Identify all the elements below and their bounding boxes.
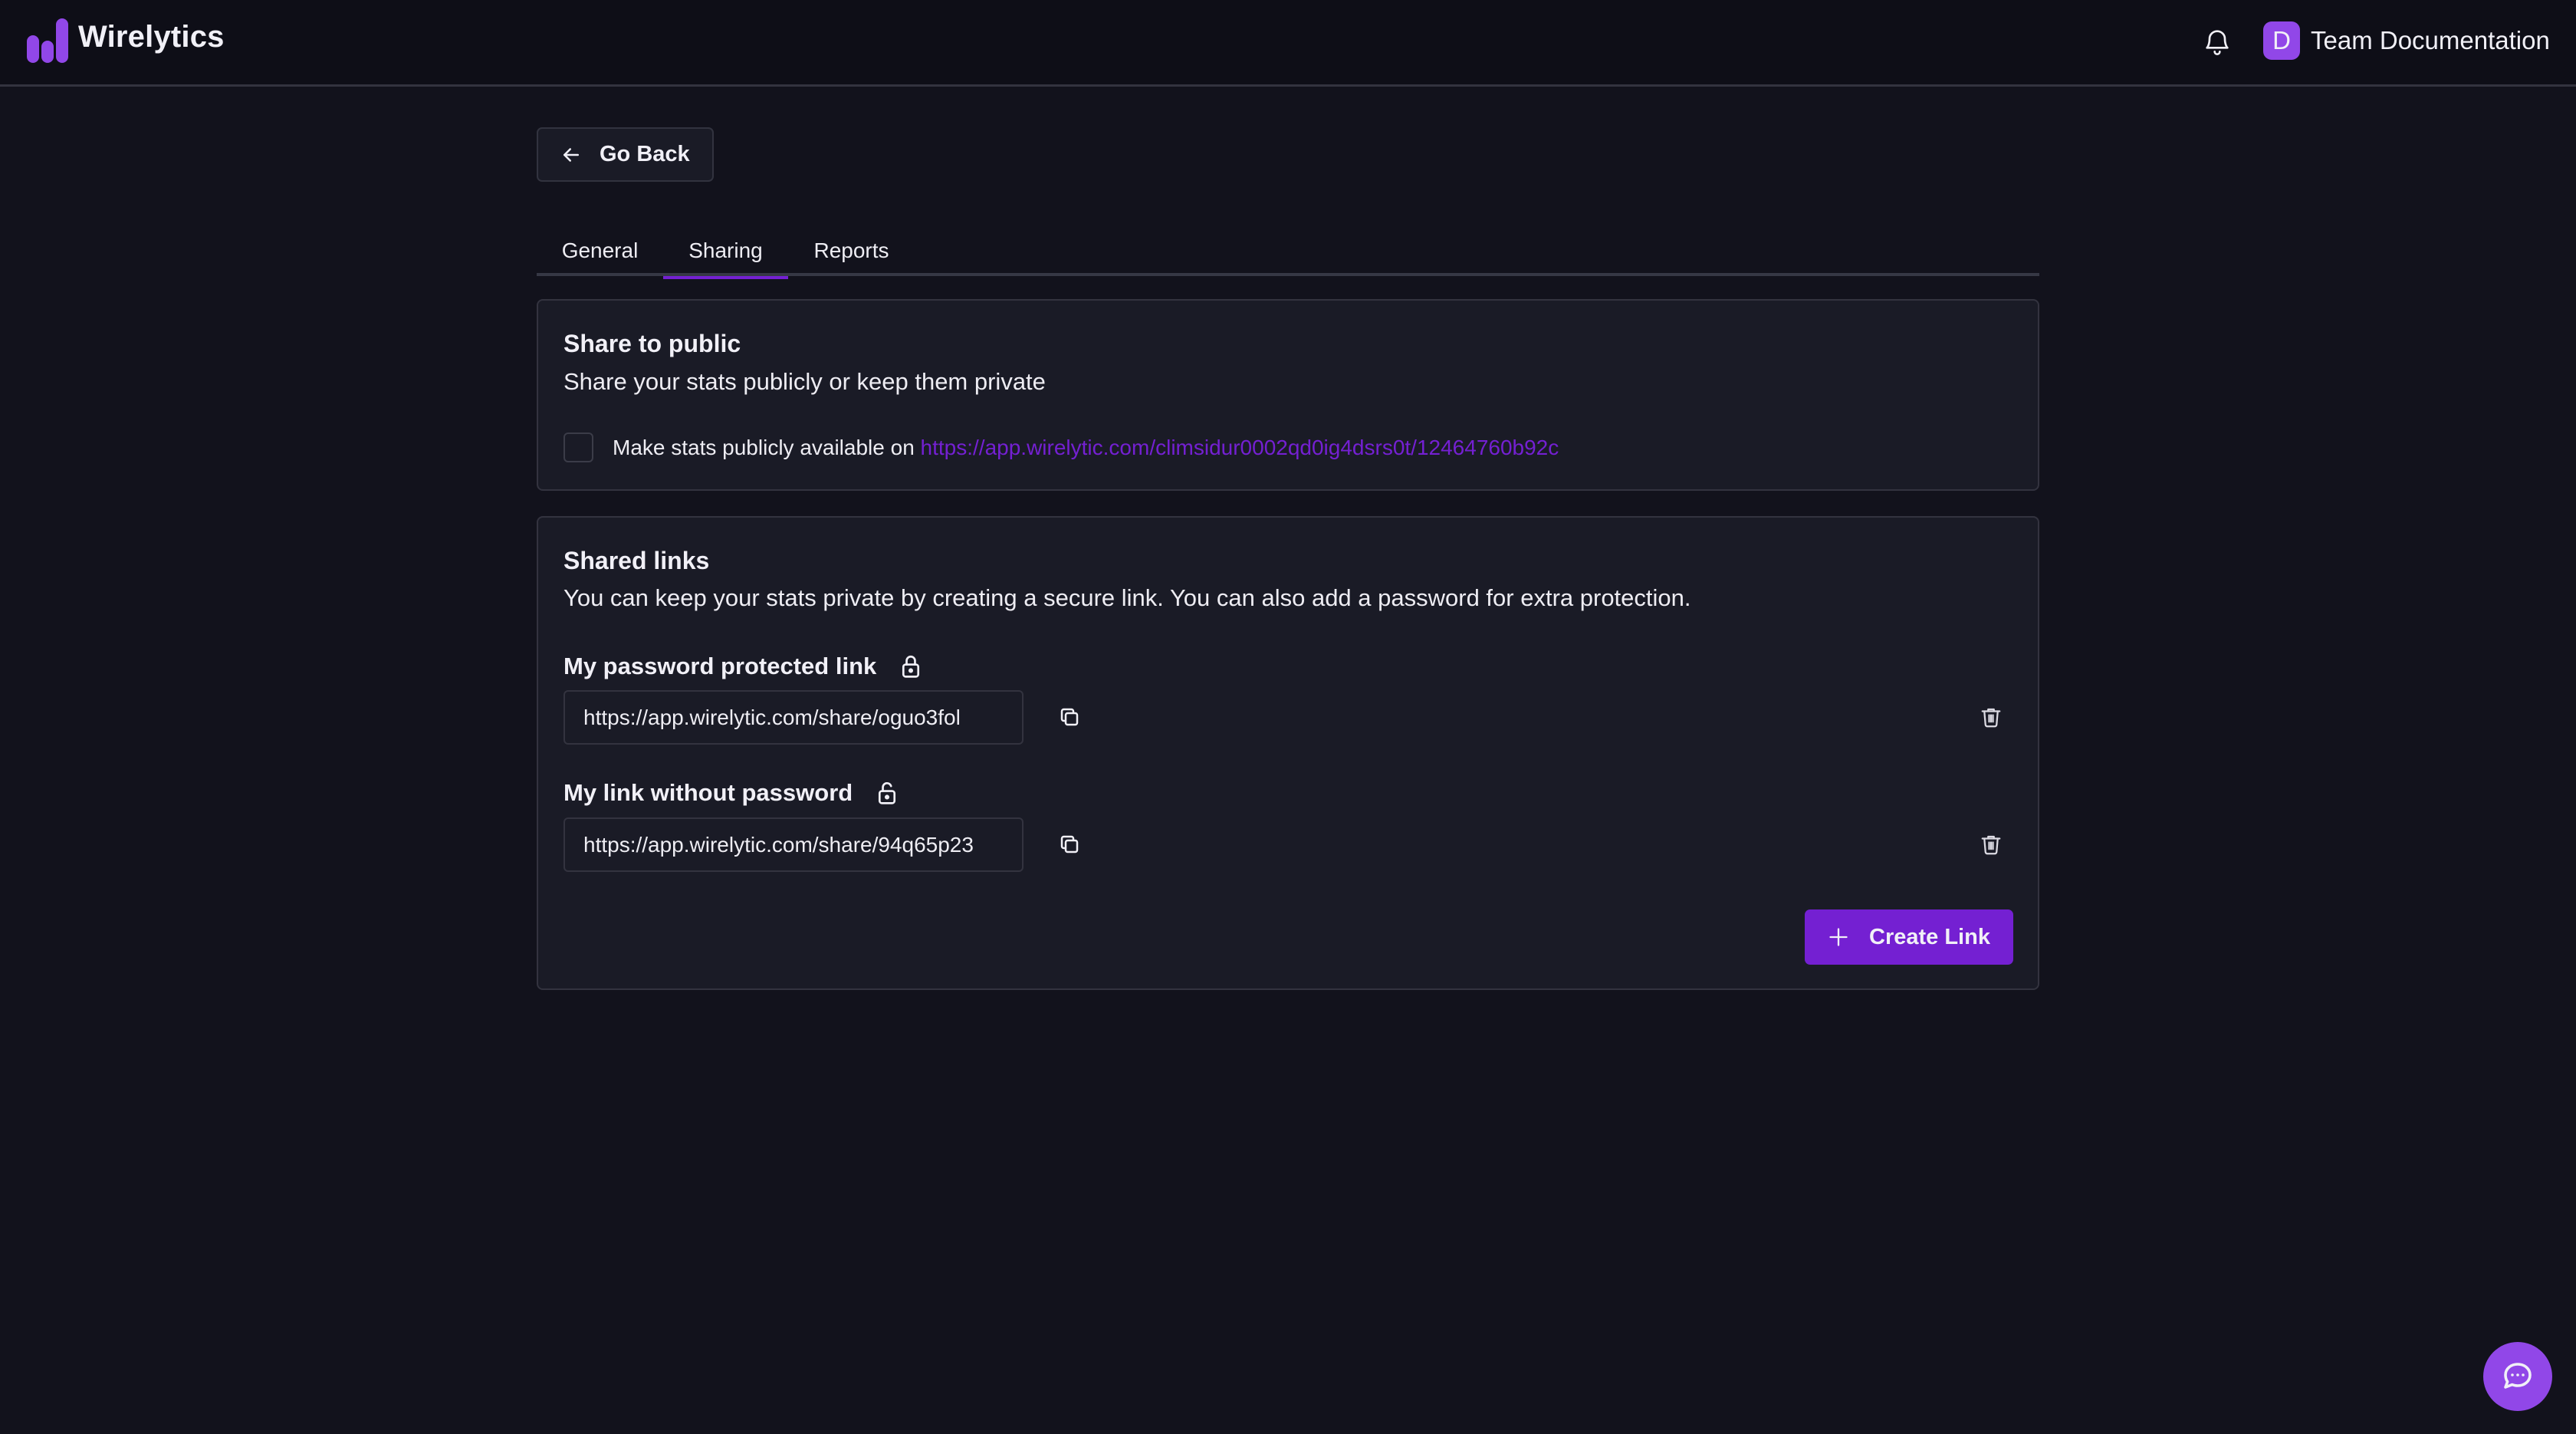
tab-general[interactable]: General [537,225,663,276]
trash-icon[interactable] [1978,831,2004,857]
go-back-button[interactable]: Go Back [537,127,714,182]
shared-links-title: Shared links [564,547,710,574]
chat-button[interactable] [2483,1342,2552,1411]
share-public-card: Share to public Share your stats publicl… [537,299,2039,491]
bar-chart-logo-icon[interactable] [27,18,70,63]
go-back-label: Go Back [600,142,690,166]
brand-name[interactable]: Wirelytics [78,20,225,54]
shared-links-description: You can keep your stats private by creat… [564,584,1691,611]
link-name: My link without password [564,779,853,806]
lock-closed-icon [902,655,920,678]
share-public-title: Share to public [564,330,741,357]
tab-sharing[interactable]: Sharing [663,225,788,279]
copy-icon[interactable] [1056,704,1083,730]
create-link-button[interactable]: Create Link [1805,909,2013,965]
settings-tabs: General Sharing Reports [537,225,2039,279]
shared-links-card: Shared links You can keep your stats pri… [537,516,2039,990]
plus-icon [1829,928,1848,946]
link-url-input[interactable] [564,690,1024,745]
top-header: Wirelytics D Team Documentation [0,0,2576,87]
make-public-label: Make stats publicly available on https:/… [613,436,1559,460]
lock-open-icon [879,782,896,804]
link-name-row: My link without password [564,779,899,807]
user-menu[interactable]: D Team Documentation [2263,21,2550,60]
create-link-label: Create Link [1869,924,1990,949]
make-public-checkbox[interactable] [564,433,593,462]
copy-icon[interactable] [1056,831,1083,857]
tab-reports[interactable]: Reports [788,225,915,276]
link-name-row: My password protected link [564,653,922,680]
bell-icon[interactable] [2202,25,2233,58]
user-name: Team Documentation [2311,26,2550,54]
public-url-link[interactable]: https://app.wirelytic.com/climsidur0002q… [921,436,1559,459]
arrow-left-icon [564,147,579,162]
make-public-label-text: Make stats publicly available on [613,436,921,459]
chat-bubble-icon [2504,1363,2532,1389]
trash-icon[interactable] [1978,704,2004,730]
share-public-description: Share your stats publicly or keep them p… [564,368,1046,395]
link-url-input[interactable] [564,817,1024,872]
link-name: My password protected link [564,653,877,679]
avatar: D [2263,21,2300,60]
